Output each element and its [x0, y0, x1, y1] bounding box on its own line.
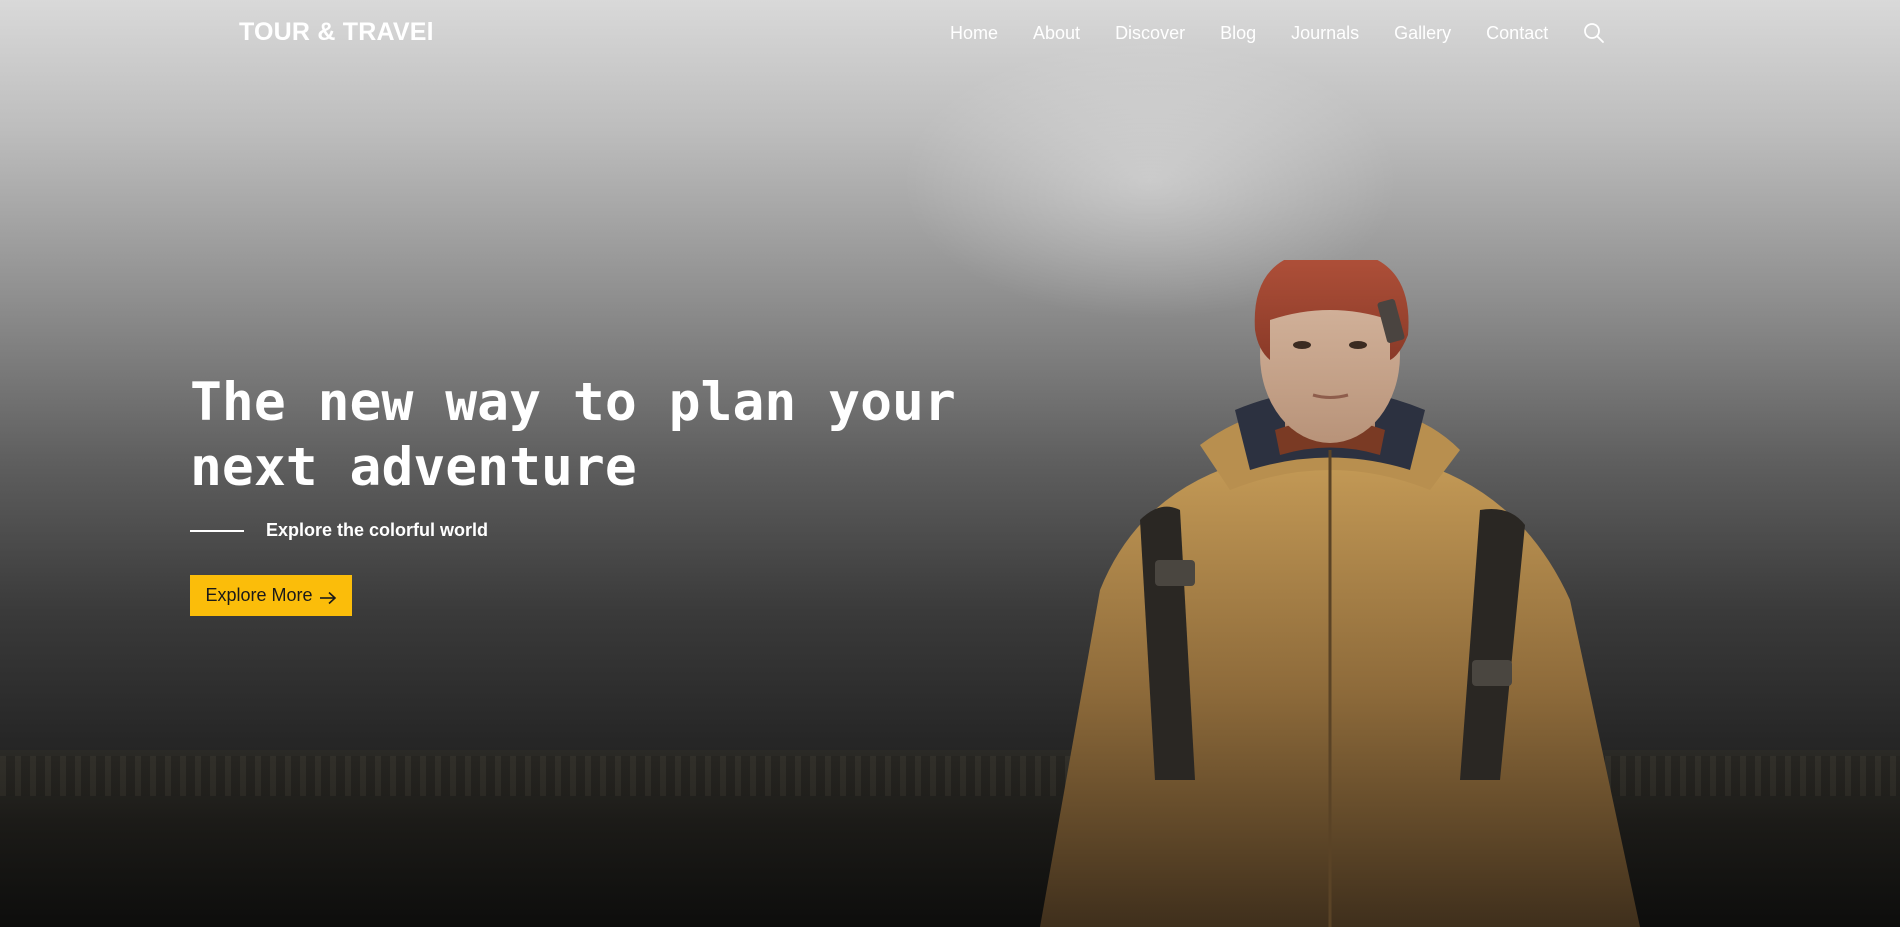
hero-headline-line-2: next adventure — [190, 437, 637, 498]
hero-tagline: Explore the colorful world — [266, 520, 489, 540]
main-navigation: Home About Discover Blog Journals Galler… — [950, 22, 1605, 44]
explore-more-button[interactable]: Explore More — [190, 575, 352, 616]
nav-item-contact[interactable]: Contact — [1486, 23, 1548, 44]
tagline-divider — [190, 529, 244, 532]
nav-item-home[interactable]: Home — [950, 23, 998, 44]
nav-item-gallery[interactable]: Gallery — [1394, 23, 1451, 44]
nav-item-blog[interactable]: Blog — [1220, 23, 1256, 44]
top-navbar: TOUR & TRAVEl Home About Discover Blog J… — [0, 0, 1900, 66]
nav-item-discover[interactable]: Discover — [1115, 23, 1185, 44]
search-icon[interactable] — [1583, 22, 1605, 44]
explore-more-label: Explore More — [205, 585, 313, 605]
hero-traveler-image — [1040, 260, 1640, 927]
site-logo[interactable]: TOUR & TRAVEl — [239, 18, 434, 47]
arrow-right-icon — [319, 589, 337, 604]
nav-item-about[interactable]: About — [1033, 23, 1080, 44]
hero-section: TOUR & TRAVEl Home About Discover Blog J… — [0, 0, 1900, 927]
hero-tagline-row: Explore the colorful world — [190, 520, 488, 541]
nav-item-journals[interactable]: Journals — [1291, 23, 1359, 44]
hero-headline: The new way to plan your next adventure — [190, 370, 1010, 500]
hero-headline-line-1: The new way to plan your — [190, 372, 956, 433]
